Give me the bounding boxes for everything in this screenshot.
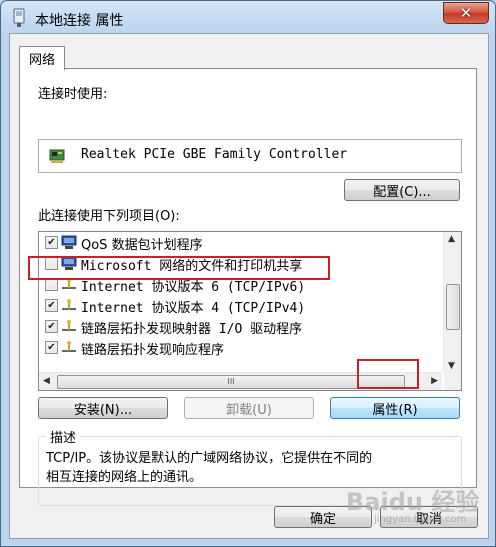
adapter-field: Realtek PCIe GBE Family Controller xyxy=(38,139,462,173)
watermark-url: jingyan.baidu.com xyxy=(374,514,467,525)
scrollbar-corner xyxy=(444,373,461,390)
properties-button[interactable]: 属性(R) xyxy=(330,397,460,419)
list-item-label: 链路层拓扑发现响应程序 xyxy=(81,343,225,358)
scroll-right-icon[interactable]: ▶ xyxy=(431,376,438,386)
properties-highlight-box xyxy=(357,359,419,389)
lltd-responder-checkbox[interactable]: ✔ xyxy=(45,341,58,354)
list-item-label: Internet 协议版本 4 (TCP/IPv4) xyxy=(81,301,306,316)
dialog-client: 网络 连接时使用: Realtek PCIe GBE Family Contro… xyxy=(9,33,489,539)
uninstall-button[interactable]: 卸载(U) xyxy=(184,397,314,419)
connect-using-label: 连接时使用: xyxy=(38,87,108,102)
network-adapter-icon xyxy=(13,8,25,27)
window-title: 本地连接 属性 xyxy=(35,13,124,29)
qos-checkbox[interactable]: ✔ xyxy=(45,236,58,249)
scroll-down-icon[interactable]: ▼ xyxy=(448,361,455,371)
scheduler-icon xyxy=(61,235,77,249)
description-legend: 描述 xyxy=(46,427,81,446)
list-item-lltd-responder[interactable]: ✔ 链路层拓扑发现响应程序 xyxy=(39,337,442,358)
list-item-qos[interactable]: ✔ QoS 数据包计划程序 xyxy=(39,232,442,253)
protocol-icon xyxy=(62,341,76,352)
configure-button[interactable]: 配置(C)... xyxy=(344,179,460,201)
vertical-scrollbar[interactable]: ▲ ▼ xyxy=(443,232,461,373)
list-item-label: QoS 数据包计划程序 xyxy=(81,238,203,253)
ipv4-checkbox[interactable]: ✔ xyxy=(45,299,58,312)
list-item-lltd-mapper[interactable]: ✔ 链路层拓扑发现映射器 I/O 驱动程序 xyxy=(39,316,442,337)
ipv4-highlight-box xyxy=(28,256,330,280)
watermark-logo: Baidu 经验 xyxy=(346,488,480,516)
close-button[interactable]: ✕ xyxy=(443,2,489,24)
tab-network-label: 网络 xyxy=(28,53,55,68)
close-icon: ✕ xyxy=(459,4,473,22)
protocol-icon xyxy=(62,320,76,331)
lltd-mapper-checkbox[interactable]: ✔ xyxy=(45,320,58,333)
scroll-up-icon[interactable]: ▲ xyxy=(448,234,455,244)
tab-network[interactable]: 网络 xyxy=(19,46,65,70)
list-item-label: 链路层拓扑发现映射器 I/O 驱动程序 xyxy=(81,322,303,337)
items-label: 此连接使用下列项目(O): xyxy=(38,209,180,224)
install-button[interactable]: 安装(N)... xyxy=(38,397,168,419)
horizontal-scroll-thumb[interactable]: III xyxy=(57,375,405,389)
list-item-ipv4[interactable]: ✔ Internet 协议版本 4 (TCP/IPv4) xyxy=(39,295,442,316)
network-card-icon xyxy=(49,149,65,163)
scroll-left-icon[interactable]: ◀ xyxy=(43,376,50,386)
adapter-name: Realtek PCIe GBE Family Controller xyxy=(81,147,348,162)
protocol-icon xyxy=(62,299,76,310)
vertical-scroll-thumb[interactable] xyxy=(446,284,460,330)
